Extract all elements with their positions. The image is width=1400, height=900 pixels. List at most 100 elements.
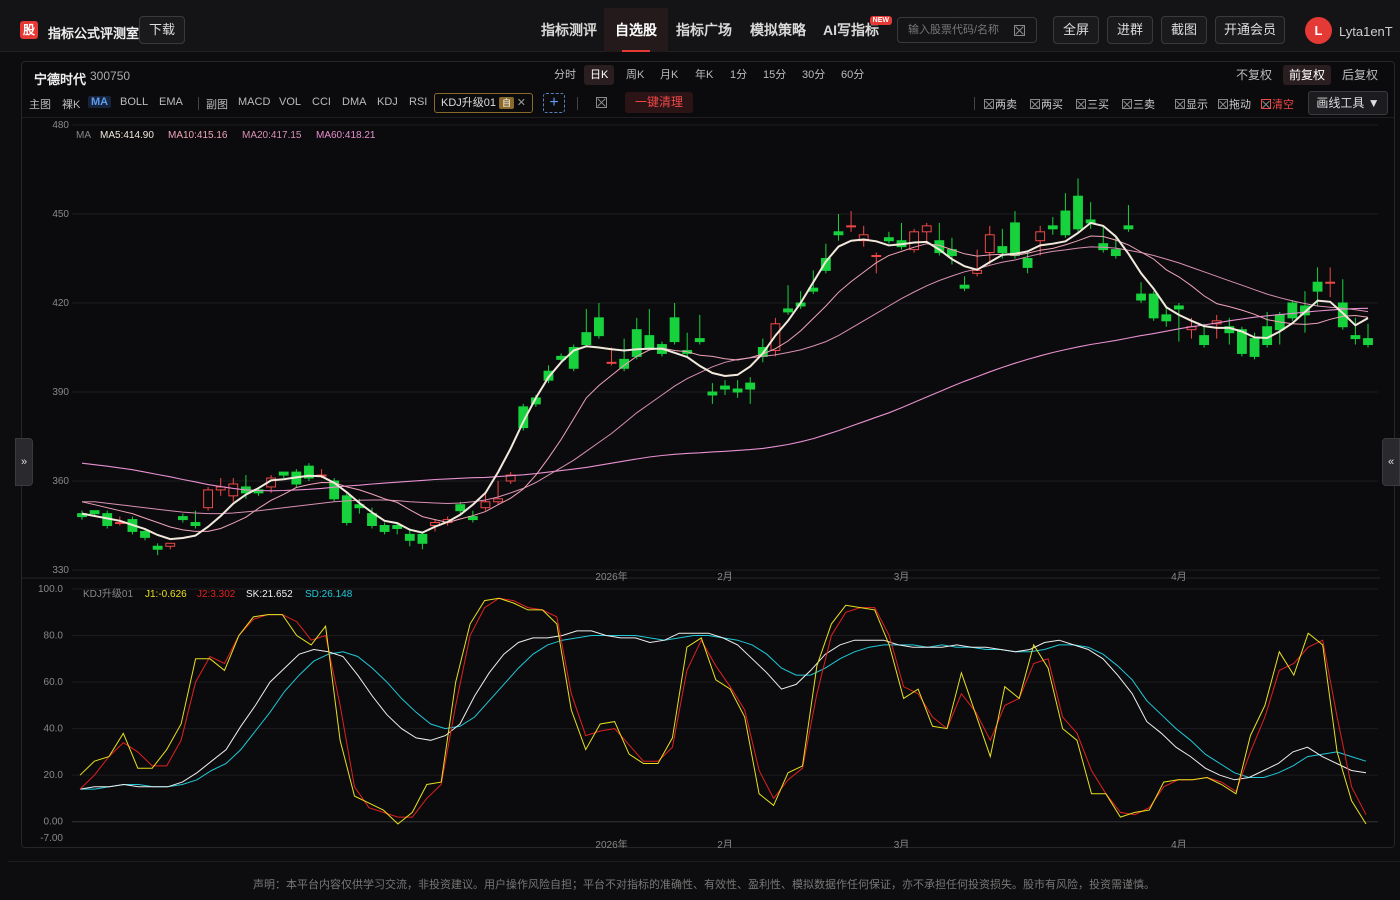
period-tab-30min[interactable]: 30分	[796, 65, 831, 85]
nav-watchlist[interactable]: 自选股	[604, 8, 668, 52]
user-name[interactable]: Lyta1enT	[1339, 24, 1393, 39]
period-tab-timeshare[interactable]: 分时	[548, 65, 582, 85]
custom-indicator-tag[interactable]: KDJ升级01 自 ✕	[434, 93, 533, 113]
tool-drag[interactable]: 拖动	[1218, 96, 1251, 112]
remove-indicator-icon[interactable]: ✕	[517, 94, 526, 112]
candle	[1363, 338, 1373, 346]
indicator-dma[interactable]: DMA	[342, 96, 366, 108]
candle	[594, 317, 604, 337]
download-button[interactable]: 下载	[139, 16, 185, 44]
nav-indicator-review[interactable]: 指标测评	[530, 8, 608, 52]
nav-label: 自选股	[615, 22, 657, 38]
candle	[89, 510, 100, 515]
tool-label: 清空	[1272, 99, 1294, 111]
candle	[871, 255, 882, 258]
tool-three-buy[interactable]: 三买	[1076, 96, 1109, 112]
candle	[1173, 305, 1184, 310]
adjust-backward[interactable]: 后复权	[1336, 65, 1384, 85]
candle	[341, 495, 352, 524]
candle	[644, 335, 655, 348]
join-group-button[interactable]: 进群	[1107, 16, 1153, 44]
drawing-tools-dropdown[interactable]: 画线工具 ▼	[1308, 91, 1388, 115]
stock-name: 宁德时代	[34, 72, 87, 87]
app-title: 指标公式评测室	[48, 26, 140, 41]
indicator-vol[interactable]: VOL	[279, 96, 301, 108]
y-tick-label: 390	[52, 387, 69, 398]
clear-all-button[interactable]: 一键清理	[625, 92, 693, 113]
custom-indicator-name: KDJ升级01	[441, 97, 497, 109]
candle	[455, 504, 466, 512]
sub-legend-sd: SD:26.148	[305, 589, 353, 600]
tool-three-sell[interactable]: 三卖	[1122, 96, 1155, 112]
candle	[278, 471, 289, 476]
divider	[198, 97, 199, 110]
expand-right-tab[interactable]: «	[1382, 438, 1400, 486]
nav-indicator-square[interactable]: 指标广场	[665, 8, 743, 52]
expand-left-tab[interactable]: »	[15, 438, 33, 486]
tool-show[interactable]: 显示	[1175, 96, 1208, 112]
sub-y-tick-label: 100.0	[38, 584, 63, 595]
membership-button[interactable]: 开通会员	[1215, 16, 1285, 44]
new-badge: NEW	[869, 16, 892, 25]
indicator-boll[interactable]: BOLL	[120, 96, 148, 108]
candle	[707, 391, 718, 396]
tool-label: 两卖	[995, 99, 1017, 111]
period-tab-daily[interactable]: 日K	[584, 65, 615, 85]
candle	[1022, 258, 1033, 268]
indicator-ema[interactable]: EMA	[159, 96, 183, 108]
y-tick-label: 360	[52, 476, 69, 487]
y-tick-label: 480	[52, 120, 69, 131]
indicator-toolbar: 主图 裸K MA BOLL EMA 副图 MACD VOL CCI DMA KD…	[22, 90, 1394, 118]
nav-ai-write-indicator[interactable]: AI写指标 NEW	[812, 8, 892, 52]
candle	[997, 246, 1008, 254]
fullscreen-button[interactable]: 全屏	[1053, 16, 1099, 44]
adjust-forward[interactable]: 前复权	[1283, 65, 1332, 85]
indicator-rsi[interactable]: RSI	[409, 96, 427, 108]
tool-two-buy[interactable]: 两买	[1030, 96, 1063, 112]
screenshot-button[interactable]: 截图	[1161, 16, 1207, 44]
sub-chart-label: 副图	[206, 99, 228, 111]
candle	[177, 516, 188, 521]
candle	[959, 284, 970, 289]
period-tab-15min[interactable]: 15分	[757, 65, 792, 85]
candle	[846, 225, 856, 228]
period-tab-yearly[interactable]: 年K	[689, 65, 719, 85]
top-bar: 股 指标公式评测室 下载 指标测评 自选股 指标广场 模拟策略 AI写指标 NE…	[0, 0, 1400, 52]
nav-sim-strategy[interactable]: 模拟策略	[739, 8, 817, 52]
toggle-box-icon[interactable]	[596, 97, 607, 108]
main-chart-label: 主图	[29, 99, 51, 111]
indicator-ma[interactable]: MA	[88, 96, 112, 108]
indicator-cci[interactable]: CCI	[312, 96, 331, 108]
tool-clear[interactable]: 清空	[1261, 96, 1294, 112]
candle	[1060, 210, 1071, 236]
indicator-bare-k[interactable]: 裸K	[62, 96, 80, 112]
candle	[619, 358, 630, 369]
indicator-macd[interactable]: MACD	[238, 96, 270, 108]
candle	[1035, 231, 1046, 242]
period-tab-1min[interactable]: 1分	[724, 65, 753, 85]
sk-line	[79, 630, 1367, 790]
period-tab-60min[interactable]: 60分	[835, 65, 870, 85]
period-tab-monthly[interactable]: 月K	[654, 65, 684, 85]
period-tab-weekly[interactable]: 周K	[620, 65, 650, 85]
sub-x-tick-label: 2026年	[595, 838, 627, 848]
adjust-none[interactable]: 不复权	[1230, 65, 1278, 85]
user-avatar[interactable]: L	[1305, 17, 1332, 44]
candle	[921, 225, 932, 233]
sub-y-tick-label: 60.0	[44, 677, 64, 688]
candle	[745, 382, 756, 390]
indicator-kdj[interactable]: KDJ	[377, 96, 398, 108]
candle	[480, 501, 491, 509]
candle	[203, 489, 213, 509]
candle	[392, 525, 403, 529]
candle	[720, 385, 730, 390]
stock-header-row: 宁德时代 300750 分时 日K 周K 月K 年K 1分 15分 30分 60…	[22, 62, 1394, 90]
tool-two-sell[interactable]: 两卖	[984, 96, 1017, 112]
own-indicator-badge: 自	[499, 97, 515, 109]
clear-search-icon[interactable]	[1014, 25, 1025, 36]
checkbox-icon	[1175, 99, 1185, 109]
stock-chart[interactable]: 480 450 420 390 360 330 2026年 2月 3月 4月 MA MA5:414.9…	[22, 118, 1380, 848]
ma-legend-ma60: MA60:418.21	[316, 130, 376, 141]
candle	[404, 533, 415, 541]
add-indicator-button[interactable]: +	[543, 93, 565, 113]
